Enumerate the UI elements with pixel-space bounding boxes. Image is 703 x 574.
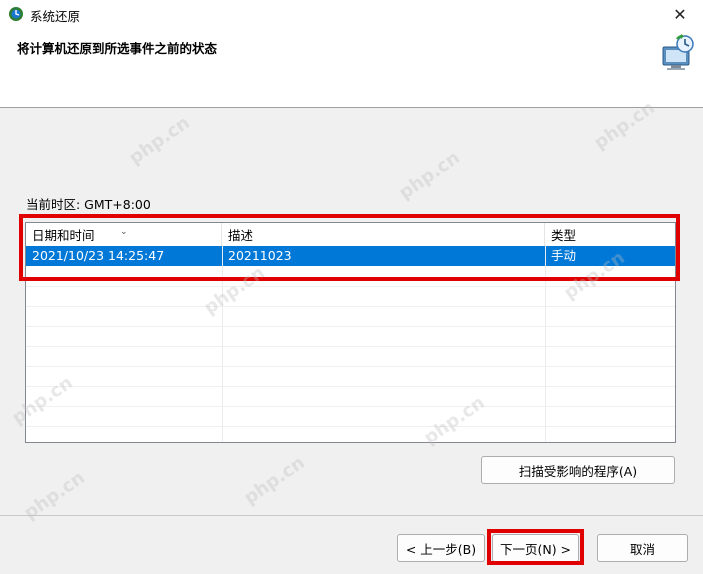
footer-divider (0, 515, 703, 516)
title-bar: 系统还原 ✕ (0, 0, 703, 28)
system-restore-app-icon (9, 7, 23, 21)
close-button[interactable]: ✕ (657, 0, 703, 28)
timezone-label: 当前时区: GMT+8:00 (26, 197, 151, 212)
table-row[interactable]: 2021/10/23 14:25:47 20211023 手动 (26, 246, 675, 266)
system-restore-window: 系统还原 ✕ 将计算机还原到所选事件之前的状态 当前时区: GMT+8:00 日… (0, 0, 703, 574)
cancel-button[interactable]: 取消 (597, 534, 688, 562)
grid-divider (26, 286, 675, 287)
grid-divider (26, 426, 675, 427)
watermark: php.cn (125, 112, 194, 169)
close-icon: ✕ (673, 4, 687, 24)
column-label-type: 类型 (551, 228, 577, 243)
cell-type: 手动 (551, 248, 577, 263)
watermark: php.cn (240, 452, 309, 509)
column-label-description: 描述 (228, 228, 254, 243)
page-title: 将计算机还原到所选事件之前的状态 (17, 41, 218, 56)
window-title: 系统还原 (30, 9, 81, 24)
grid-divider (26, 386, 675, 387)
back-button[interactable]: < 上一步(B) (397, 534, 485, 562)
wizard-header: 将计算机还原到所选事件之前的状态 (0, 28, 703, 108)
watermark: php.cn (395, 147, 464, 204)
next-button[interactable]: 下一页(N) > (492, 534, 579, 562)
grid-divider (26, 346, 675, 347)
grid-divider (26, 326, 675, 327)
grid-divider (26, 406, 675, 407)
column-label-datetime: 日期和时间 (32, 228, 95, 243)
restore-point-list[interactable]: 日期和时间 ⌄ 描述 类型 2021/10/23 14:25:47 202110… (25, 222, 676, 443)
cell-datetime: 2021/10/23 14:25:47 (32, 248, 165, 263)
system-restore-icon (662, 34, 694, 70)
sort-indicator-icon: ⌄ (120, 227, 128, 237)
scan-affected-programs-button[interactable]: 扫描受影响的程序(A) (481, 456, 675, 484)
grid-divider (545, 246, 546, 442)
cell-description: 20211023 (228, 248, 292, 263)
grid-divider (26, 366, 675, 367)
list-header: 日期和时间 ⌄ 描述 类型 (26, 223, 675, 246)
column-header-datetime[interactable]: 日期和时间 ⌄ (26, 223, 222, 246)
grid-divider (222, 246, 223, 442)
column-header-description[interactable]: 描述 (222, 223, 545, 246)
column-header-type[interactable]: 类型 (545, 223, 675, 246)
grid-divider (26, 306, 675, 307)
